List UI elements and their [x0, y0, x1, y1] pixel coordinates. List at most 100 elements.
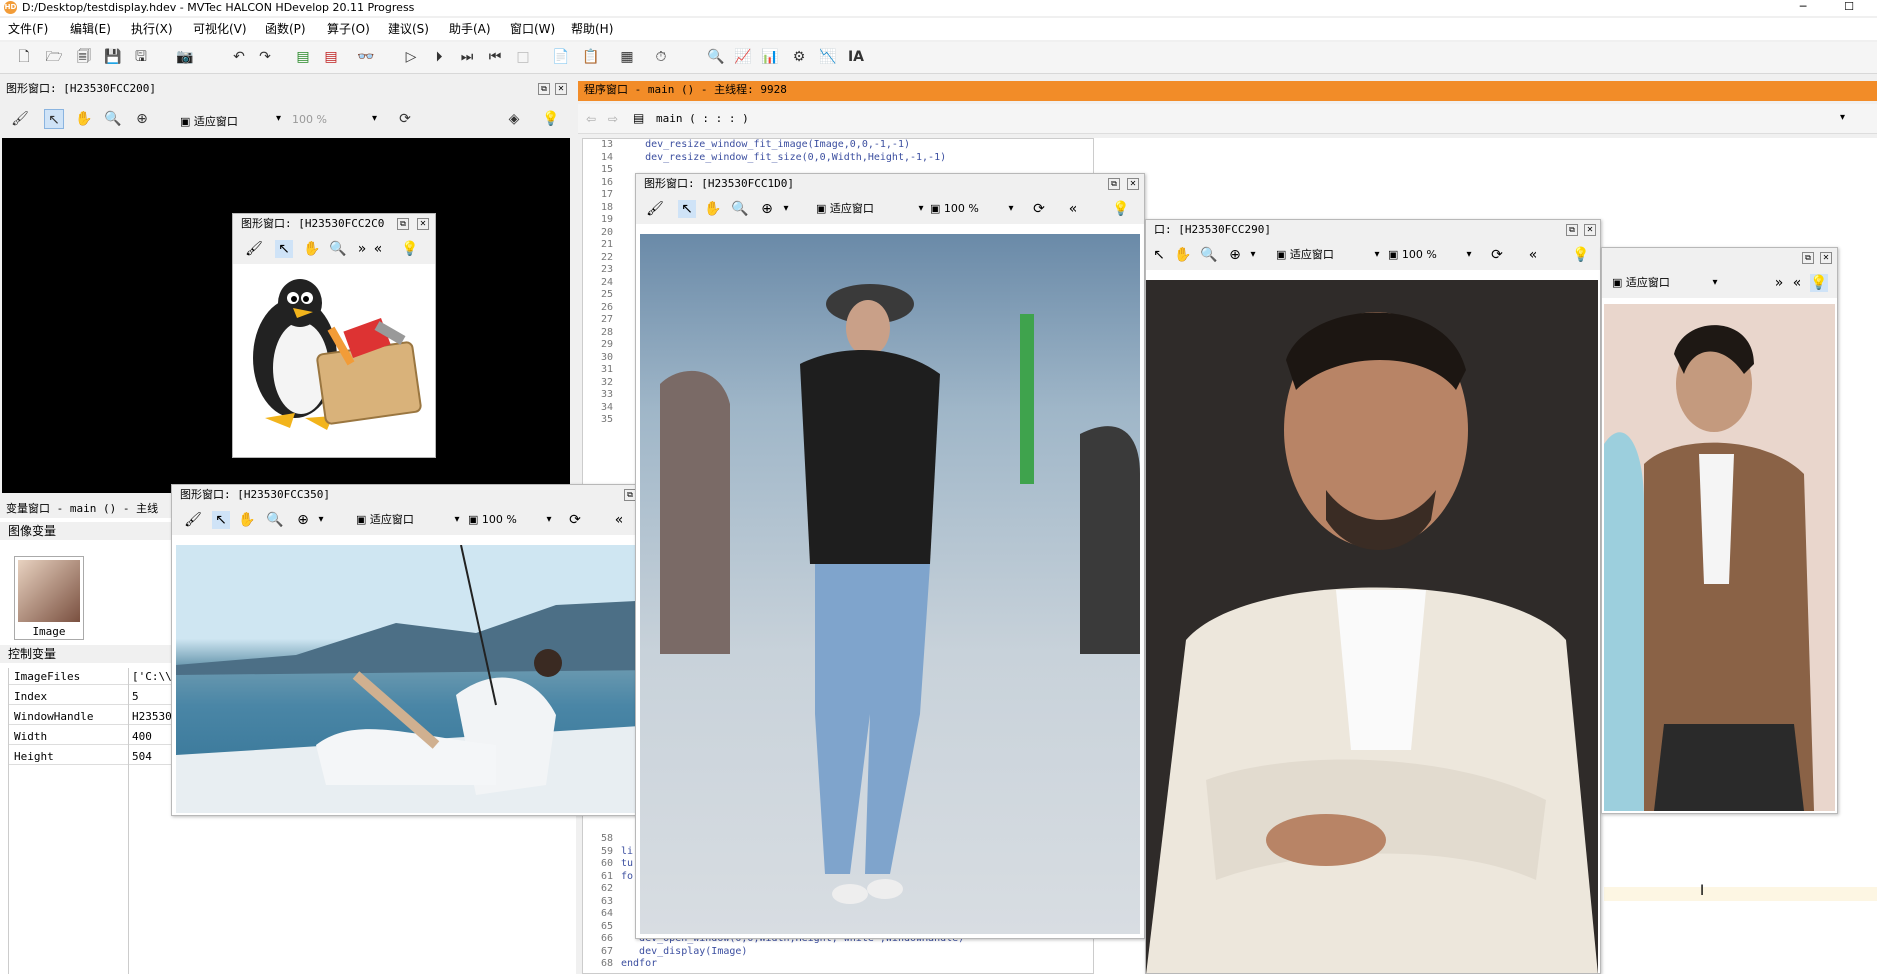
- chevron-down-icon[interactable]: ▾: [1840, 112, 1845, 123]
- less-icon[interactable]: «: [1788, 274, 1806, 292]
- draw-shape-icon[interactable]: ⟳: [566, 511, 584, 529]
- zoom-percent-dropdown[interactable]: ▣ 100 %: [930, 200, 979, 218]
- restore-icon[interactable]: ⧉: [538, 83, 550, 95]
- close-icon[interactable]: ✕: [555, 83, 567, 95]
- font-icon[interactable]: IA: [846, 47, 866, 67]
- feature-inspect-icon[interactable]: ⚙: [789, 47, 809, 67]
- fit-window-dropdown[interactable]: ▣ 适应窗口: [1612, 274, 1670, 292]
- chevron-down-icon[interactable]: ▾: [1002, 200, 1020, 218]
- pointer-icon[interactable]: ↖: [1150, 246, 1168, 264]
- hand-icon[interactable]: ✋: [74, 109, 94, 129]
- procedure-icon[interactable]: ▤: [633, 111, 644, 125]
- lightbulb-icon[interactable]: 💡: [1572, 246, 1590, 264]
- menu-help[interactable]: 帮助(H): [571, 18, 613, 40]
- brush-icon[interactable]: 🖌: [184, 511, 202, 529]
- restore-icon[interactable]: ⧉: [1566, 224, 1578, 236]
- less-icon[interactable]: «: [369, 240, 387, 258]
- less-icon[interactable]: «: [1064, 200, 1082, 218]
- zoom-percent-dropdown[interactable]: 100 %: [292, 113, 327, 126]
- restore-icon[interactable]: ⧉: [1802, 252, 1814, 264]
- hand-icon[interactable]: ✋: [238, 511, 256, 529]
- chevron-down-icon[interactable]: ▾: [312, 511, 330, 529]
- new-file-icon[interactable]: 🗋: [14, 47, 34, 67]
- menu-execute[interactable]: 执行(X): [131, 18, 173, 40]
- magnifier-icon[interactable]: 🔍: [731, 200, 749, 218]
- zoom-in-icon[interactable]: ⊕: [294, 511, 312, 529]
- variables-icon[interactable]: ▦: [617, 47, 637, 67]
- save-disabled-icon[interactable]: 💾: [103, 47, 123, 67]
- graphics-window-fishing[interactable]: 图形窗口: [H23530FCC350] ⧉ ✕ 🖌 ↖ ✋ 🔍 ⊕ ▾ ▣ 适…: [171, 484, 660, 816]
- brush-icon[interactable]: 🖌: [10, 109, 30, 129]
- zoom-percent-dropdown[interactable]: ▣ 100 %: [1388, 246, 1437, 264]
- magnifier-icon[interactable]: 🔍: [266, 511, 284, 529]
- menu-visualize[interactable]: 可视化(V): [193, 18, 247, 40]
- close-icon[interactable]: ✕: [1584, 224, 1596, 236]
- close-icon[interactable]: ✕: [1820, 252, 1832, 264]
- minimize-button[interactable]: ─: [1780, 0, 1826, 16]
- binoculars-icon[interactable]: 👓: [356, 47, 376, 67]
- menu-window[interactable]: 窗口(W): [510, 18, 555, 40]
- less-icon[interactable]: «: [1524, 246, 1542, 264]
- zoom-in-icon[interactable]: ⊕: [758, 200, 776, 218]
- menu-file[interactable]: 文件(F): [8, 18, 48, 40]
- magnifier-icon[interactable]: 🔍: [1200, 246, 1218, 264]
- lightbulb-icon[interactable]: 💡: [401, 240, 419, 258]
- chevron-down-icon[interactable]: ▾: [372, 113, 377, 124]
- brush-icon[interactable]: 🖌: [646, 200, 664, 218]
- insert-code-icon[interactable]: 📄: [551, 47, 571, 67]
- close-icon[interactable]: ✕: [1127, 178, 1139, 190]
- chevron-down-icon[interactable]: ▾: [912, 200, 930, 218]
- lightbulb-icon[interactable]: 💡: [1810, 274, 1828, 292]
- hand-icon[interactable]: ✋: [1174, 246, 1192, 264]
- chevron-down-icon[interactable]: ▾: [448, 511, 466, 529]
- maximize-button[interactable]: ☐: [1826, 0, 1872, 16]
- close-icon[interactable]: ✕: [417, 218, 429, 230]
- chevron-down-icon[interactable]: ▾: [1244, 246, 1262, 264]
- chevron-down-icon[interactable]: ▾: [540, 511, 558, 529]
- timer-icon[interactable]: ⏱: [651, 47, 671, 67]
- code-line[interactable]: 14 dev_resize_window_fit_size(0,0,Width,…: [583, 152, 1093, 165]
- menu-procedures[interactable]: 函数(P): [265, 18, 306, 40]
- save-icon[interactable]: 🖫: [131, 47, 151, 67]
- image-variable-thumb[interactable]: Image: [14, 556, 84, 640]
- undo-icon[interactable]: ↶: [229, 47, 249, 67]
- line-profile-icon[interactable]: 📉: [818, 47, 838, 67]
- procedure-remove-icon[interactable]: ▤: [321, 47, 341, 67]
- more-icon[interactable]: »: [1770, 274, 1788, 292]
- zoom-percent-dropdown[interactable]: ▣ 100 %: [468, 511, 517, 529]
- run-icon[interactable]: ▷: [401, 47, 421, 67]
- procedure-add-icon[interactable]: ▤: [293, 47, 313, 67]
- pointer-icon[interactable]: ↖: [678, 200, 696, 218]
- procedure-selector[interactable]: main ( : : : ): [656, 112, 749, 125]
- brush-icon[interactable]: 🖌: [245, 240, 263, 258]
- graphics-window-penguin[interactable]: 图形窗口: [H23530FCC2C0 ⧉ ✕ 🖌 ↖ ✋ 🔍 » « 💡: [232, 213, 436, 458]
- graphics-window-portrait[interactable]: 口: [H23530FCC290] ⧉ ✕ ↖ ✋ 🔍 ⊕ ▾ ▣ 适应窗口 ▾…: [1145, 219, 1601, 974]
- less-icon[interactable]: «: [610, 511, 628, 529]
- code-line[interactable]: 68 endfor: [583, 958, 1093, 971]
- fit-window-dropdown[interactable]: ▣ 适应窗口: [180, 113, 238, 129]
- menu-operators[interactable]: 算子(O): [327, 18, 370, 40]
- chevron-down-icon[interactable]: ▾: [1368, 246, 1386, 264]
- menu-suggestions[interactable]: 建议(S): [388, 18, 429, 40]
- menu-edit[interactable]: 编辑(E): [70, 18, 111, 40]
- chevron-down-icon[interactable]: ▾: [777, 200, 795, 218]
- step-icon[interactable]: ⏵: [429, 47, 449, 67]
- draw-shape-icon[interactable]: ⟳: [395, 109, 415, 129]
- menu-assistants[interactable]: 助手(A): [449, 18, 491, 40]
- magnifier-icon[interactable]: 🔍: [103, 109, 123, 129]
- draw-shape-icon[interactable]: ⟳: [1488, 246, 1506, 264]
- code-line[interactable]: 13 dev_resize_window_fit_image(Image,0,0…: [583, 139, 1093, 152]
- graphics-window-airport[interactable]: 图形窗口: [H23530FCC1D0] ⧉ ✕ 🖌 ↖ ✋ 🔍 ⊕ ▾ ▣ 适…: [635, 173, 1145, 939]
- chevron-down-icon[interactable]: ▾: [1706, 274, 1724, 292]
- open-file-icon[interactable]: 🗁: [44, 47, 64, 67]
- lightbulb-icon[interactable]: 💡: [541, 109, 561, 129]
- code-line[interactable]: 67 dev_display(Image): [583, 946, 1093, 959]
- pointer-icon[interactable]: ↖: [212, 511, 230, 529]
- restore-icon[interactable]: ⧉: [1108, 178, 1120, 190]
- chevron-down-icon[interactable]: ▾: [1460, 246, 1478, 264]
- pointer-icon[interactable]: ↖: [275, 240, 293, 258]
- pointer-icon[interactable]: ↖: [44, 109, 64, 129]
- fit-window-dropdown[interactable]: ▣ 适应窗口: [1276, 246, 1334, 264]
- magnifier-icon[interactable]: 🔍: [329, 240, 347, 258]
- hand-icon[interactable]: ✋: [704, 200, 722, 218]
